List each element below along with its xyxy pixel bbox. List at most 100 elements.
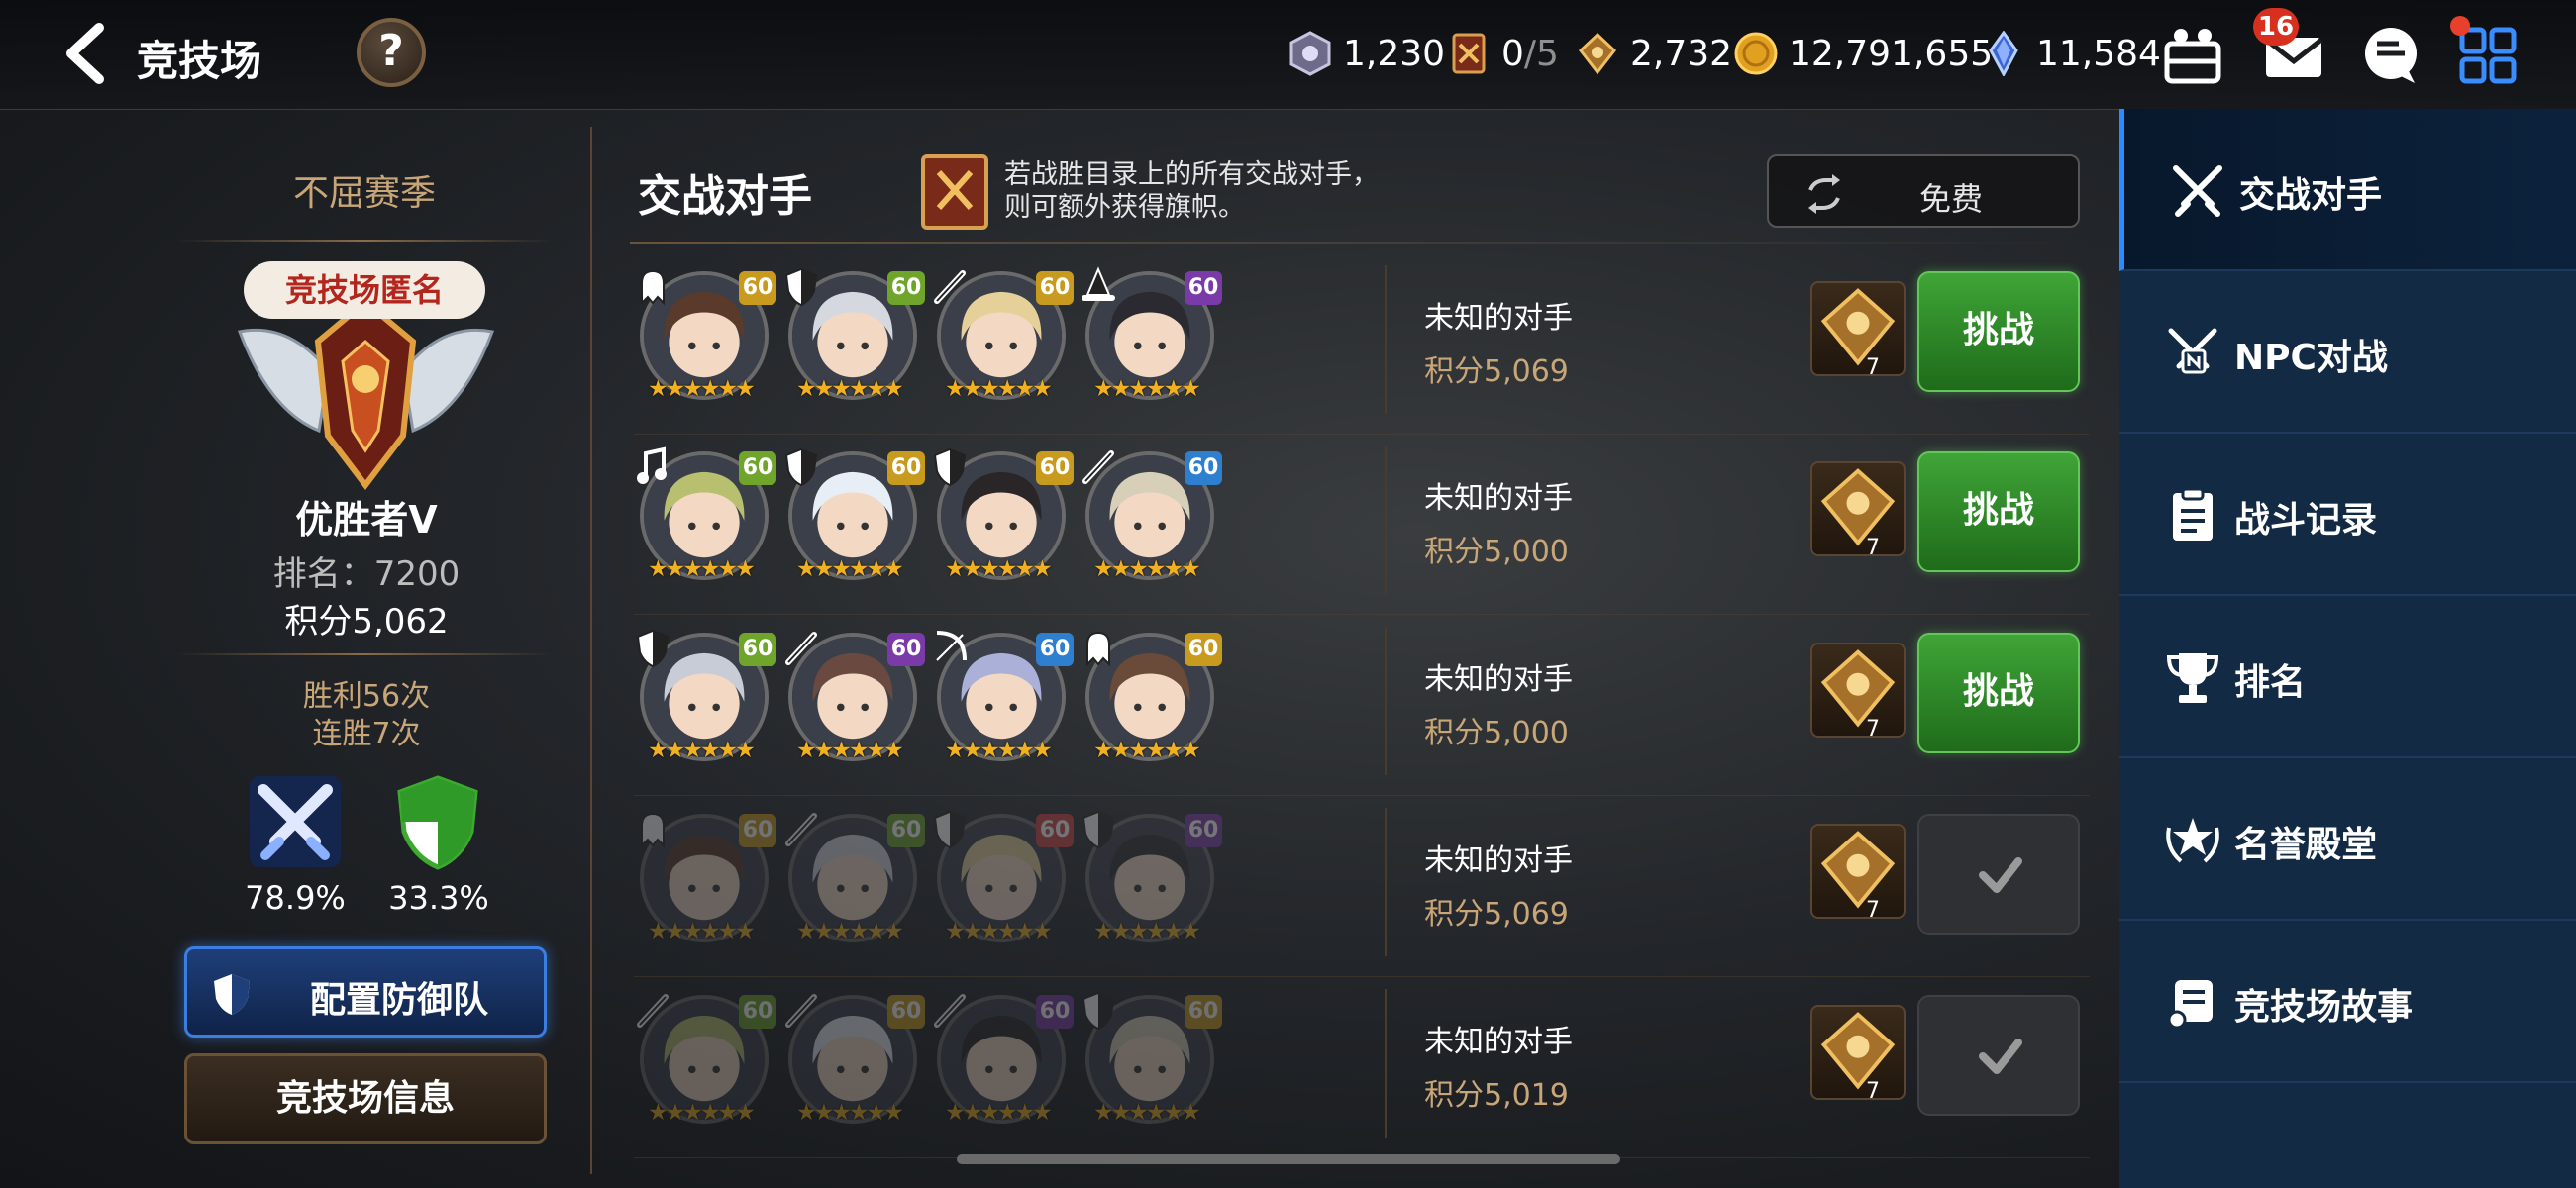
opponent-row: 60 ★★★★★★ 60 ★★★★★★ 60 ★★★★★★ 60 ★★★★★★ 未知的对手 积分5… (634, 808, 2090, 982)
hero-class-shield-icon (1078, 808, 1119, 849)
hero-class-sword-icon (929, 265, 971, 307)
hero-class-ghost-icon (632, 265, 673, 307)
hero-class-sword-icon (780, 627, 822, 668)
hero-class-bow-icon (929, 627, 971, 668)
opponent-points: 积分5,019 (1424, 1078, 1569, 1113)
menu-item-ranking[interactable]: 排名 (2119, 596, 2576, 758)
hero-star-rating: ★★★★★★ (1093, 919, 1201, 944)
completed-button (1917, 814, 2080, 935)
opponent-name: 未知的对手 (1424, 481, 1573, 516)
hero-class-shield-icon (929, 446, 971, 487)
reward-count: 7 (1866, 1079, 1880, 1104)
hero-level-badge: 60 (887, 995, 925, 1029)
hero-class-shield-icon (1078, 989, 1119, 1031)
hero-level-badge: 60 (739, 633, 776, 666)
divider (1385, 627, 1387, 775)
hero-level-badge: 60 (1185, 271, 1222, 305)
menu-item-battle-log[interactable]: 战斗记录 (2119, 434, 2576, 596)
arena-info-button[interactable]: 竞技场信息 (184, 1053, 547, 1144)
top-bar: 竞技场 ? 1,230 0/5 2,732 12,791,655 11,584 … (0, 0, 2576, 110)
hero-star-rating: ★★★★★★ (945, 556, 1053, 582)
hero-level-badge: 60 (1185, 995, 1222, 1029)
laurel-star-icon (2166, 818, 2219, 863)
chat-icon[interactable] (2355, 20, 2426, 91)
hero-star-rating: ★★★★★★ (945, 919, 1053, 944)
hero-star-rating: ★★★★★★ (945, 1100, 1053, 1126)
reward-count: 7 (1866, 536, 1880, 560)
flag-ticket-icon (1452, 33, 1486, 74)
opponent-row: 60 ★★★★★★ 60 ★★★★★★ 60 ★★★★★★ 60 ★★★★★★ 未知的对手 积分5… (634, 265, 2090, 440)
hero-class-shield-icon (929, 808, 971, 849)
hero-level-badge: 60 (887, 814, 925, 847)
hero-class-shield-icon (780, 265, 822, 307)
hero-star-rating: ★★★★★★ (648, 556, 756, 582)
hero-star-rating: ★★★★★★ (796, 738, 904, 763)
divider (634, 976, 2090, 977)
hero-class-sword-icon (1078, 446, 1119, 487)
attack-win-rate: 78.9% (245, 879, 346, 917)
hero-star-rating: ★★★★★★ (648, 1100, 756, 1126)
hero-level-badge: 60 (1036, 633, 1074, 666)
shield-icon (214, 974, 250, 1015)
back-arrow-icon[interactable] (59, 22, 109, 85)
configure-defense-button[interactable]: 配置防御队 (184, 946, 547, 1038)
hero-class-sword-icon (929, 989, 971, 1031)
hero-star-rating: ★★★★★★ (1093, 556, 1201, 582)
help-button[interactable]: ? (357, 18, 426, 87)
hero-star-rating: ★★★★★★ (796, 376, 904, 402)
divider (1385, 808, 1387, 956)
divider (176, 653, 553, 655)
challenge-button[interactable]: 挑战 (1917, 633, 2080, 753)
completed-button (1917, 995, 2080, 1116)
hero-class-sword-icon (780, 808, 822, 849)
rank-value: 排名：7200 (272, 554, 461, 594)
opponents-title: 交战对手 (638, 171, 812, 222)
checkmark-icon (1979, 1039, 2022, 1074)
challenge-button[interactable]: 挑战 (1917, 271, 2080, 392)
hero-star-rating: ★★★★★★ (945, 376, 1053, 402)
honor-medal-icon (1578, 32, 1617, 75)
reward-medal-icon: 7 (1810, 1005, 1906, 1104)
opponent-points: 积分5,069 (1424, 354, 1569, 389)
menu-item-arena-story[interactable]: 竞技场故事 (2119, 921, 2576, 1083)
hero-class-ghost-icon (1078, 627, 1119, 668)
hero-class-note-icon (632, 446, 673, 487)
hero-star-rating: ★★★★★★ (648, 738, 756, 763)
hero-level-badge: 60 (887, 271, 925, 305)
hero-level-badge: 60 (1036, 995, 1074, 1029)
hero-class-shield-icon (632, 627, 673, 668)
hero-level-badge: 60 (739, 995, 776, 1029)
crossed-swords-icon (2173, 165, 2222, 217)
refresh-opponents-button[interactable]: 免费 (1767, 154, 2080, 228)
hero-class-shield-icon (780, 446, 822, 487)
reward-count: 7 (1866, 355, 1880, 380)
opponent-points: 积分5,000 (1424, 535, 1569, 569)
hero-level-badge: 60 (739, 271, 776, 305)
hero-level-badge: 60 (1036, 271, 1074, 305)
notification-dot (2450, 16, 2470, 36)
divider (630, 242, 2090, 244)
opponent-name: 未知的对手 (1424, 662, 1573, 697)
arena-anonymous-label: 竞技场匿名 (244, 261, 485, 319)
npc-swords-icon (2168, 328, 2217, 374)
opponent-row: 60 ★★★★★★ 60 ★★★★★★ 60 ★★★★★★ 60 ★★★★★★ 未知的对手 积分5… (634, 989, 2090, 1163)
arena-token-icon (1289, 31, 1331, 76)
hero-star-rating: ★★★★★★ (648, 919, 756, 944)
resource-gold: 12,791,655 (1733, 28, 1993, 79)
defense-win-rate: 33.3% (388, 879, 489, 917)
resource-arena-token: 1,230 (1288, 28, 1445, 79)
opponent-name: 未知的对手 (1424, 1025, 1573, 1059)
divider (634, 795, 2090, 796)
attack-swords-icon (250, 776, 341, 867)
trophy-icon (2166, 653, 2219, 703)
menu-item-hall-of-fame[interactable]: 名誉殿堂 (2119, 758, 2576, 921)
menu-item-npc-battle[interactable]: NPC对战 (2119, 271, 2576, 434)
hero-level-badge: 60 (1036, 814, 1074, 847)
team-inventory-icon[interactable] (2157, 20, 2228, 91)
horizontal-scrollbar[interactable] (957, 1154, 1620, 1164)
hero-star-rating: ★★★★★★ (648, 376, 756, 402)
opponent-points: 积分5,069 (1424, 897, 1569, 932)
challenge-button[interactable]: 挑战 (1917, 451, 2080, 572)
opponent-name: 未知的对手 (1424, 843, 1573, 878)
menu-item-opponents[interactable]: 交战对手 (2119, 109, 2576, 271)
